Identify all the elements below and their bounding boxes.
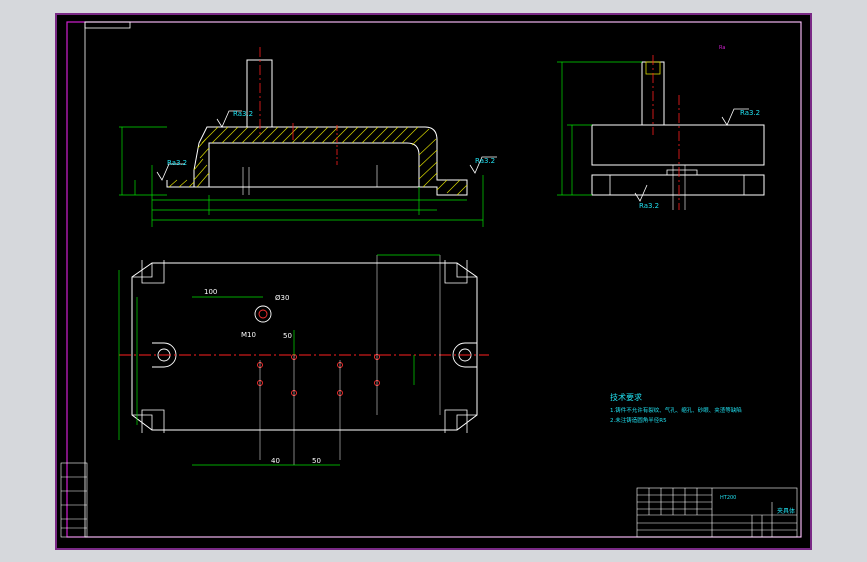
cavity-outline bbox=[208, 142, 420, 188]
tech-title: 技术要求 bbox=[610, 392, 642, 402]
side-view: Ra3.2 Ra3.2 Ra bbox=[557, 45, 765, 210]
front-dimensions bbox=[119, 126, 484, 227]
cad-drawing: Ra3.2 Ra3.2 Ra3.2 Ra3.2 Ra3.2 Ra 100 Ø30… bbox=[60, 21, 802, 538]
dim-bottom-1: 40 bbox=[271, 457, 280, 465]
dim-hole-label: Ø30 bbox=[275, 294, 289, 302]
threaded-holes bbox=[257, 354, 380, 396]
roughness-label-left: Ra3.2 bbox=[167, 159, 187, 167]
top-view: 100 Ø30 M10 50 40 50 bbox=[118, 254, 489, 466]
tech-line-2: 2.未注铸造圆角半径R5 bbox=[610, 416, 667, 424]
side-stamp-column bbox=[60, 462, 88, 538]
front-section-view: Ra3.2 Ra3.2 Ra3.2 bbox=[119, 47, 497, 227]
title-block bbox=[636, 487, 798, 538]
code-box bbox=[84, 21, 131, 29]
side-note-mark: Ra bbox=[719, 45, 725, 51]
side-roughness-label-top: Ra3.2 bbox=[740, 109, 760, 117]
plate-outline bbox=[131, 262, 478, 431]
dim-horizontal-1: 100 bbox=[204, 288, 217, 296]
corner-pads bbox=[132, 260, 477, 433]
side-roughness-symbol-bottom bbox=[634, 184, 648, 202]
dim-bottom-2: 50 bbox=[312, 457, 321, 465]
roughness-label-top: Ra3.2 bbox=[233, 110, 253, 118]
section-hatching bbox=[168, 126, 468, 196]
section-outline bbox=[166, 126, 468, 196]
drawing-name: 夹具体 bbox=[777, 507, 795, 515]
side-body bbox=[591, 124, 765, 166]
material-label: HT200 bbox=[720, 495, 736, 501]
side-base bbox=[591, 174, 765, 196]
dim-thread-label: M10 bbox=[241, 331, 256, 339]
border-line bbox=[84, 21, 802, 538]
center-hole-inner bbox=[258, 309, 268, 319]
roughness-label-right: Ra3.2 bbox=[475, 157, 495, 165]
side-roughness-label-bottom: Ra3.2 bbox=[639, 202, 659, 210]
center-hole bbox=[254, 305, 272, 323]
drawing-frame bbox=[66, 21, 802, 538]
drawing-sheet: Ra3.2 Ra3.2 Ra3.2 Ra3.2 Ra3.2 Ra 100 Ø30… bbox=[55, 13, 812, 550]
tech-line-1: 1.铸件不允许有裂纹、气孔、缩孔、砂眼、夹渣等缺陷 bbox=[610, 406, 742, 414]
dim-vertical-1: 50 bbox=[283, 332, 292, 340]
tech-requirements: 技术要求 1.铸件不允许有裂纹、气孔、缩孔、砂眼、夹渣等缺陷 2.未注铸造圆角半… bbox=[610, 392, 742, 424]
